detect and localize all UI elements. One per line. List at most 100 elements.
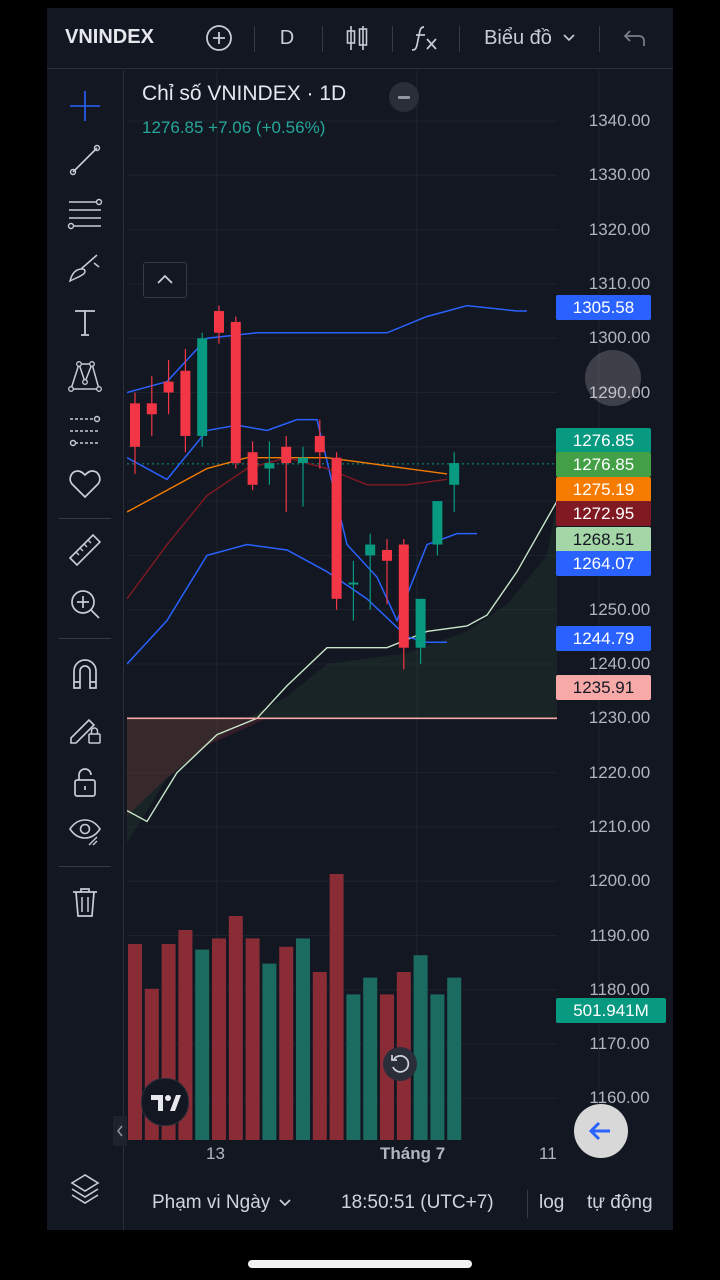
pattern-tool[interactable] bbox=[65, 356, 105, 396]
chart-type-button[interactable] bbox=[337, 18, 377, 58]
price-axis-tick: 1310.00 bbox=[588, 273, 651, 293]
candle-body bbox=[331, 457, 342, 599]
candle-body bbox=[264, 463, 275, 469]
brush-tool[interactable] bbox=[65, 248, 105, 288]
price-axis-tick: 1320.00 bbox=[588, 219, 651, 239]
candle-body bbox=[432, 501, 443, 545]
price-axis-tick: 1250.00 bbox=[588, 599, 651, 619]
fib-icon bbox=[67, 198, 103, 230]
price-axis-tick: 1190.00 bbox=[589, 925, 650, 945]
price-axis-tick: 1220.00 bbox=[588, 762, 651, 782]
unlock-icon bbox=[74, 768, 96, 797]
volume-bar bbox=[296, 938, 310, 1140]
time-axis-label: Tháng 7 bbox=[380, 1144, 446, 1163]
drawing-toolbar bbox=[47, 70, 124, 1230]
price-tag: 1275.19 bbox=[556, 477, 651, 502]
volume-bar bbox=[128, 944, 142, 1140]
arrow-left-icon bbox=[588, 1121, 610, 1141]
zoom-in-tool[interactable] bbox=[65, 584, 105, 624]
price-tag: 1264.07 bbox=[556, 551, 651, 576]
price-axis-tick: 1240.00 bbox=[588, 654, 651, 673]
volume-bar bbox=[363, 977, 378, 1140]
tradingview-logo[interactable] bbox=[141, 1078, 189, 1126]
candle-body bbox=[415, 598, 426, 648]
candle-body bbox=[398, 544, 409, 648]
measure-tool[interactable] bbox=[65, 530, 105, 570]
timezone-button[interactable]: 18:50:51 (UTC+7) bbox=[341, 1192, 494, 1214]
chart-menu-button[interactable]: Biểu đồ bbox=[475, 18, 585, 58]
top-toolbar: VNINDEX D Biểu đồ bbox=[47, 8, 673, 69]
layers-icon bbox=[70, 1174, 100, 1204]
trend-line-tool[interactable] bbox=[65, 140, 105, 180]
candle-body bbox=[365, 544, 376, 556]
price-tag: 1272.95 bbox=[556, 501, 651, 526]
brush-icon bbox=[68, 254, 100, 283]
bottom-bar: Phạm vi Ngày 18:50:51 (UTC+7) log tự độn… bbox=[127, 1180, 673, 1230]
price-axis-tick: 1230.00 bbox=[588, 708, 651, 728]
collapse-toolbar-button[interactable] bbox=[113, 1116, 127, 1146]
undo-icon bbox=[623, 30, 645, 46]
volume-bar bbox=[279, 946, 294, 1140]
log-scale-toggle[interactable]: log bbox=[539, 1192, 564, 1214]
candle-body bbox=[230, 321, 241, 464]
candle-body bbox=[281, 446, 292, 464]
volume-bar bbox=[228, 916, 243, 1140]
price-axis-tick: 1300.00 bbox=[588, 328, 651, 348]
legend-collapse-button[interactable] bbox=[389, 82, 419, 112]
text-icon bbox=[75, 310, 95, 336]
time-axis-label: 13 bbox=[206, 1144, 225, 1163]
prediction-icon bbox=[69, 415, 101, 447]
text-tool[interactable] bbox=[65, 302, 105, 342]
price-axis-tick: 1170.00 bbox=[589, 1034, 650, 1054]
lock-drawing-mode-tool[interactable] bbox=[65, 708, 105, 748]
price-axis-tick: 1200.00 bbox=[588, 871, 651, 891]
chevron-down-icon bbox=[279, 1199, 291, 1207]
magnet-tool[interactable] bbox=[65, 654, 105, 694]
candle-body bbox=[298, 457, 308, 464]
object-tree-tool[interactable] bbox=[65, 1168, 105, 1208]
chevron-up-icon bbox=[157, 274, 173, 284]
chart-menu-label: Biểu đồ bbox=[484, 26, 552, 49]
indicators-button[interactable] bbox=[405, 18, 445, 58]
date-range-button[interactable]: Phạm vi Ngày bbox=[152, 1192, 292, 1214]
undo-button[interactable] bbox=[615, 18, 655, 58]
candle-body bbox=[163, 381, 174, 393]
price-tag: 1235.91 bbox=[556, 675, 651, 700]
bollinger-basis bbox=[127, 418, 477, 623]
remove-drawings-tool[interactable] bbox=[65, 882, 105, 922]
time-axis-label: 11 bbox=[539, 1144, 557, 1163]
candle-body bbox=[449, 463, 460, 485]
symbol-label[interactable]: VNINDEX bbox=[65, 26, 154, 49]
eye-icon bbox=[69, 819, 101, 846]
ichimoku-cloud bbox=[127, 501, 557, 844]
candles-icon bbox=[346, 26, 368, 50]
show-indicators-button[interactable] bbox=[143, 262, 187, 298]
lock-all-drawings-tool[interactable] bbox=[65, 762, 105, 802]
chart-legend-title[interactable]: Chỉ số VNINDEX · 1D bbox=[142, 82, 346, 106]
favorites-tool[interactable] bbox=[65, 464, 105, 504]
reset-icon bbox=[391, 1055, 410, 1073]
price-axis-tick: 1330.00 bbox=[588, 165, 651, 185]
interval-button[interactable]: D bbox=[267, 18, 307, 58]
scroll-to-realtime-button[interactable] bbox=[574, 1104, 628, 1158]
price-axis-drag-handle[interactable] bbox=[585, 350, 641, 406]
add-symbol-button[interactable] bbox=[199, 18, 239, 58]
prediction-tool[interactable] bbox=[65, 410, 105, 450]
crosshair-tool[interactable] bbox=[65, 86, 105, 126]
hide-drawings-tool[interactable] bbox=[65, 812, 105, 852]
fib-tool[interactable] bbox=[65, 194, 105, 234]
chevron-left-icon bbox=[117, 1125, 123, 1137]
chevron-down-icon bbox=[563, 34, 575, 42]
price-axis-tick: 1210.00 bbox=[588, 816, 651, 836]
volume-bar bbox=[262, 963, 277, 1140]
price-tag: 1268.51 bbox=[556, 527, 651, 552]
volume-bar bbox=[195, 949, 210, 1140]
reset-chart-button[interactable] bbox=[383, 1047, 417, 1081]
volume-bar bbox=[329, 874, 344, 1140]
auto-scale-toggle[interactable]: tự động bbox=[587, 1192, 653, 1214]
candle-body bbox=[247, 452, 258, 485]
candle-body bbox=[146, 403, 157, 415]
candle-body bbox=[214, 311, 224, 333]
volume-bar bbox=[212, 938, 226, 1140]
trend-line-icon bbox=[69, 144, 101, 176]
